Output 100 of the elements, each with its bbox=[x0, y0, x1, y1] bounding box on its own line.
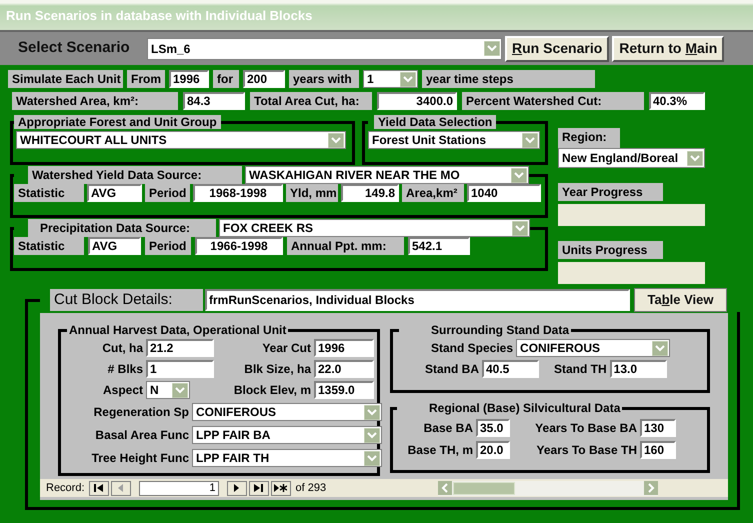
dropdown-field[interactable]: CONIFEROUS bbox=[192, 403, 382, 421]
dropdown-arrow-icon[interactable] bbox=[328, 132, 344, 148]
text-field[interactable]: 542.1 bbox=[408, 237, 470, 255]
dropdown-field[interactable]: LSm_6 bbox=[147, 38, 502, 60]
field-label: Years To Base BA bbox=[534, 420, 637, 437]
dropdown-arrow-icon[interactable] bbox=[652, 340, 668, 356]
dropdown-arrow-icon[interactable] bbox=[400, 72, 416, 86]
text-field[interactable]: 40.3% bbox=[649, 92, 705, 110]
dropdown-field[interactable]: FOX CREEK RS bbox=[219, 219, 530, 237]
text-field[interactable]: 84.3 bbox=[183, 92, 245, 110]
text-field[interactable]: 160 bbox=[640, 441, 676, 459]
horizontal-scrollbar[interactable] bbox=[438, 480, 658, 496]
dropdown-arrow-icon[interactable] bbox=[172, 382, 188, 398]
field-label: Regeneration Sp bbox=[92, 404, 189, 421]
dropdown-arrow-icon[interactable] bbox=[364, 450, 380, 466]
field-label: Base BA bbox=[422, 420, 473, 437]
text-field[interactable]: 1968-1998 bbox=[193, 184, 283, 202]
text-field[interactable]: AVG bbox=[87, 184, 142, 202]
field-label: Precipitation Data Source: bbox=[28, 219, 216, 237]
run-scenario-button[interactable]: Run Scenario bbox=[505, 36, 610, 62]
field-label: Watershed Area, km²: bbox=[12, 92, 178, 110]
field-label: Cut Block Details: bbox=[50, 289, 203, 311]
dropdown-field[interactable]: Forest Unit Stations bbox=[368, 131, 540, 149]
field-label: Simulate Each Unit bbox=[8, 70, 123, 88]
text-field[interactable]: 1996 bbox=[314, 339, 374, 357]
field-label: Stand TH bbox=[554, 361, 607, 378]
field-label: Units Progress bbox=[558, 241, 663, 259]
dropdown-field[interactable]: WASKAHIGAN RIVER NEAR THE MO bbox=[245, 166, 529, 184]
dropdown-field[interactable]: LPP FAIR BA bbox=[192, 426, 382, 444]
dropdown-arrow-icon[interactable] bbox=[522, 132, 538, 148]
last-record-button[interactable] bbox=[248, 480, 269, 496]
field-label: Tree Height Func bbox=[90, 450, 189, 467]
field-label: Statistic bbox=[14, 237, 84, 255]
field-label: Yld, mm bbox=[286, 184, 338, 202]
scroll-right-icon[interactable] bbox=[644, 481, 658, 495]
field-label: Stand Species bbox=[431, 340, 514, 357]
group-title: Surrounding Stand Data bbox=[429, 323, 571, 337]
text-field[interactable]: 22.0 bbox=[314, 360, 374, 378]
dropdown-field[interactable]: WHITECOURT ALL UNITS bbox=[16, 131, 346, 149]
field-label: Block Elev, m bbox=[232, 382, 311, 399]
window-title: Run Scenarios in database with Individual Blocks bbox=[6, 6, 312, 24]
field-label: Region: bbox=[558, 128, 620, 148]
text-field[interactable]: 3400.0 bbox=[377, 92, 457, 110]
first-record-icon bbox=[94, 484, 104, 492]
text-field[interactable]: AVG bbox=[88, 237, 141, 255]
next-record-icon bbox=[234, 484, 240, 492]
field-label: Period bbox=[145, 237, 191, 255]
field-label: Stand BA bbox=[425, 361, 479, 378]
dropdown-field[interactable]: N bbox=[146, 381, 190, 399]
field-label: Annual Ppt. mm: bbox=[287, 237, 404, 255]
field-label: year time steps bbox=[422, 70, 595, 88]
field-label: Yield Data Selection bbox=[374, 115, 496, 129]
text-field[interactable]: 35.0 bbox=[476, 419, 510, 437]
new-record-button[interactable] bbox=[270, 480, 291, 496]
dropdown-arrow-icon[interactable] bbox=[511, 168, 527, 182]
next-record-button[interactable] bbox=[226, 480, 247, 496]
dropdown-arrow-icon[interactable] bbox=[687, 150, 703, 166]
field-label: Statistic bbox=[14, 184, 84, 202]
field-label: Watershed Yield Data Source: bbox=[28, 166, 242, 184]
dropdown-arrow-icon[interactable] bbox=[512, 220, 528, 236]
text-field[interactable]: 1359.0 bbox=[314, 381, 374, 399]
scroll-thumb[interactable] bbox=[453, 482, 516, 494]
first-record-button[interactable] bbox=[88, 480, 109, 496]
text-field[interactable]: 1996 bbox=[169, 70, 209, 88]
dropdown-arrow-icon[interactable] bbox=[484, 41, 500, 56]
text-field[interactable]: 130 bbox=[640, 419, 676, 437]
group-title: Annual Harvest Data, Operational Unit bbox=[67, 323, 288, 337]
record-number-field[interactable]: 1 bbox=[138, 480, 219, 496]
return-button[interactable]: Return to Main bbox=[612, 36, 724, 62]
field-label: Basal Area Func bbox=[94, 427, 189, 444]
table-view-button[interactable]: Table View bbox=[634, 288, 727, 312]
text-field[interactable]: 1 bbox=[146, 360, 214, 378]
text-field[interactable]: 20.0 bbox=[476, 441, 510, 459]
field-label: # Blks bbox=[106, 361, 143, 378]
scroll-left-icon[interactable] bbox=[438, 481, 452, 495]
text-field[interactable]: 1040 bbox=[467, 184, 541, 202]
dropdown-field[interactable]: New England/Boreal bbox=[558, 148, 705, 168]
text-field[interactable]: 21.2 bbox=[146, 339, 214, 357]
text-field[interactable]: 40.5 bbox=[482, 360, 539, 378]
field-label: Aspect bbox=[102, 382, 143, 399]
dropdown-arrow-icon[interactable] bbox=[364, 404, 380, 420]
dropdown-field[interactable]: 1 bbox=[363, 70, 418, 88]
record-count: of 293 bbox=[296, 480, 326, 496]
record-label: Record: bbox=[46, 480, 85, 496]
text-field[interactable]: 13.0 bbox=[610, 360, 667, 378]
dropdown-field[interactable]: LPP FAIR TH bbox=[192, 449, 382, 467]
last-record-icon bbox=[254, 484, 264, 492]
field-label: Cut, ha bbox=[101, 340, 143, 357]
dropdown-arrow-icon[interactable] bbox=[364, 428, 380, 442]
text-field[interactable]: 149.8 bbox=[341, 184, 399, 202]
field-label: Year Progress bbox=[558, 183, 663, 201]
field-label: Period bbox=[145, 184, 190, 202]
text-field[interactable]: 200 bbox=[243, 70, 285, 88]
field-label: From bbox=[127, 70, 165, 88]
text-field[interactable]: frmRunScenarios, Individual Blocks bbox=[205, 289, 630, 311]
field-label: Appropriate Forest and Unit Group bbox=[14, 115, 221, 129]
dropdown-field[interactable]: CONIFEROUS bbox=[516, 339, 670, 357]
group-title: Regional (Base) Silvicultural Data bbox=[427, 401, 622, 415]
text-field[interactable]: 1966-1998 bbox=[195, 237, 283, 255]
field-label: Total Area Cut, ha: bbox=[250, 92, 372, 110]
